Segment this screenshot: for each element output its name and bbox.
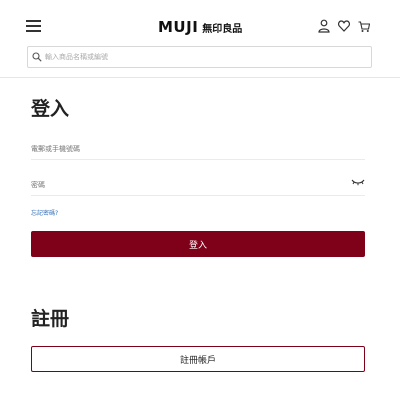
search-input[interactable] bbox=[45, 53, 365, 61]
logo[interactable]: MUJI 無印良品 bbox=[158, 18, 242, 36]
password-field-wrapper bbox=[31, 172, 365, 196]
register-title: 註冊 bbox=[31, 308, 70, 330]
login-button[interactable]: 登入 bbox=[31, 231, 365, 257]
logo-text: MUJI bbox=[158, 18, 199, 36]
eye-closed-icon[interactable] bbox=[351, 177, 365, 187]
site-header: MUJI 無印良品 bbox=[0, 0, 400, 78]
search-icon bbox=[32, 52, 42, 62]
user-icon[interactable] bbox=[318, 19, 330, 33]
email-phone-input[interactable] bbox=[31, 138, 331, 160]
menu-icon[interactable] bbox=[26, 20, 41, 32]
search-bar[interactable] bbox=[27, 46, 372, 68]
header-icons bbox=[318, 19, 370, 33]
phone-field-wrapper bbox=[31, 136, 365, 160]
password-input[interactable] bbox=[31, 174, 331, 196]
cart-icon[interactable] bbox=[358, 19, 370, 33]
logo-cjk: 無印良品 bbox=[202, 23, 243, 35]
register-button[interactable]: 註冊帳戶 bbox=[31, 346, 365, 372]
heart-icon[interactable] bbox=[338, 19, 350, 33]
login-title: 登入 bbox=[31, 98, 70, 120]
forgot-password-link[interactable]: 忘記密碼? bbox=[31, 208, 58, 217]
